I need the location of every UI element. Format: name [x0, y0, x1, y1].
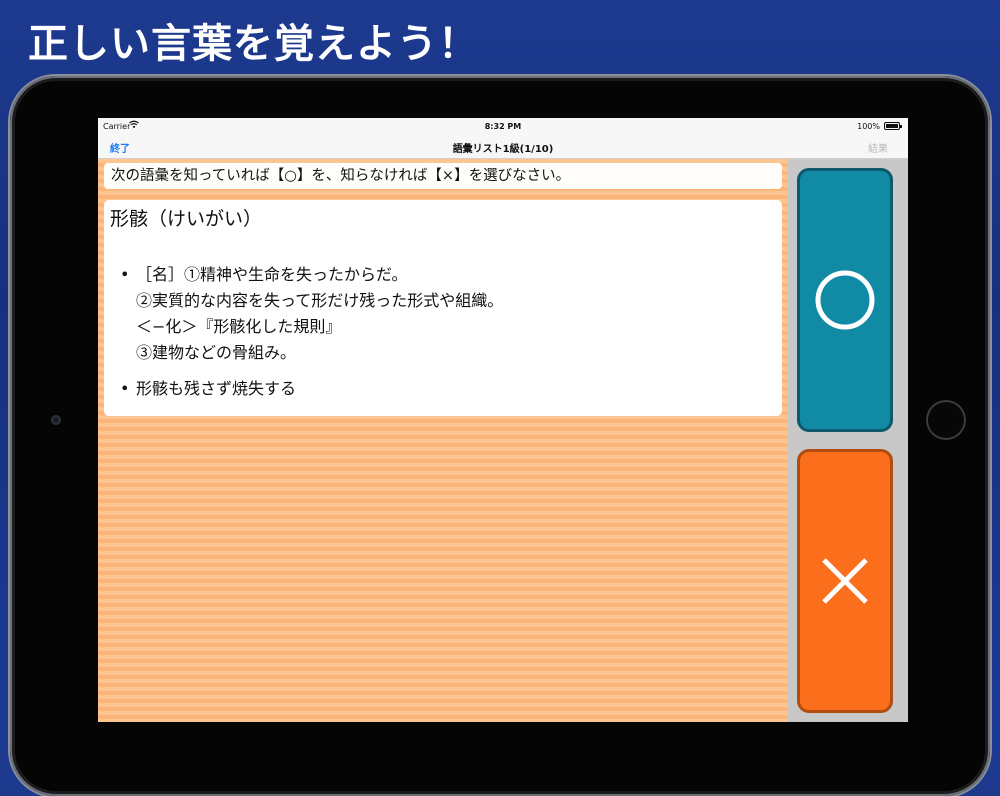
definition-line: ［名］①精神や生命を失ったからだ。 — [136, 265, 408, 284]
camera-icon — [51, 415, 61, 425]
list-item: • ［名］①精神や生命を失ったからだ。 ②実質的な内容を失って形だけ残った形式や… — [120, 262, 770, 366]
definition-line: ＜−化＞『形骸化した規則』 — [136, 317, 342, 336]
know-button[interactable] — [797, 168, 893, 432]
headline: 正しい言葉を覚えよう！ — [28, 21, 479, 67]
battery-percent: 100% — [857, 122, 880, 131]
definition-list: • ［名］①精神や生命を失ったからだ。 ②実質的な内容を失って形だけ残った形式や… — [120, 262, 770, 402]
dont-know-button[interactable] — [797, 449, 893, 713]
circle-icon — [815, 270, 875, 330]
answer-panel — [788, 159, 908, 722]
definition-line: ③建物などの骨組み。 — [136, 343, 297, 362]
example-line: 形骸も残さず焼失する — [136, 379, 297, 398]
instruction-text: 次の語彙を知っていれば【○】を、知らなければ【×】を選びなさい。 — [104, 163, 782, 189]
battery-icon — [884, 122, 902, 130]
status-time: 8:32 PM — [484, 122, 522, 131]
bullet: • — [120, 265, 130, 284]
definition-line: ②実質的な内容を失って形だけ残った形式や組織。 — [136, 291, 504, 310]
bullet: • — [120, 379, 130, 398]
home-button[interactable] — [926, 400, 966, 440]
navigation-bar: 終了 語彙リスト1級(1/10) 結果 — [98, 136, 908, 159]
content-area: 次の語彙を知っていれば【○】を、知らなければ【×】を選びなさい。 形骸（けいがい… — [98, 159, 788, 722]
result-button[interactable]: 結果 — [868, 140, 888, 155]
status-bar: Carrier 8:32 PM 100% — [98, 118, 908, 136]
cross-icon — [822, 558, 868, 604]
vocab-word: 形骸（けいがい） — [110, 208, 263, 230]
list-item: • 形骸も残さず焼失する — [120, 376, 770, 402]
app-screen: Carrier 8:32 PM 100% 終了 語彙リスト1級(1/10) 結果… — [98, 118, 908, 722]
nav-title: 語彙リスト1級(1/10) — [452, 144, 554, 155]
word-card: 形骸（けいがい） • ［名］①精神や生命を失ったからだ。 ②実質的な内容を失って… — [104, 200, 782, 416]
